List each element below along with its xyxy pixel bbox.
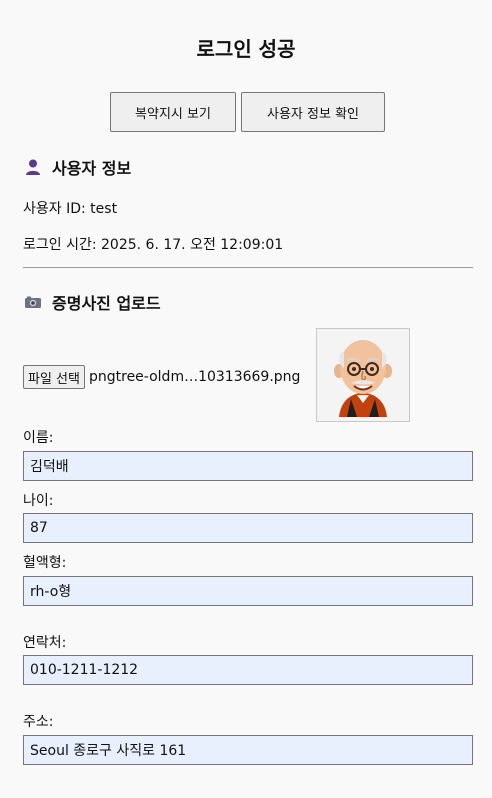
view-user-info-button[interactable]: 사용자 정보 확인 [241,92,385,132]
camera-icon [24,293,42,311]
age-label: 나이: [23,493,54,509]
page-title: 로그인 성공 [196,37,296,61]
id-photo-preview [316,328,410,422]
blood-type-field[interactable] [23,576,473,606]
address-field[interactable] [23,735,473,765]
contact-field[interactable] [23,655,473,685]
login-success-page: 로그인 성공 복약지시 보기 사용자 정보 확인 사용자 정보 사용자 ID: … [0,0,492,798]
choose-file-button[interactable]: 파일 선택 [23,365,85,389]
address-label: 주소: [23,714,54,730]
file-input[interactable]: 파일 선택 pngtree-oldm…10313669.png [23,365,300,389]
section-divider [23,267,473,268]
photo-upload-heading-text: 증명사진 업로드 [52,294,161,313]
view-prescription-button[interactable]: 복약지시 보기 [110,92,236,132]
name-field[interactable] [23,451,473,481]
contact-label: 연락처: [23,635,67,651]
user-icon [24,158,42,176]
blood-type-label: 혈액형: [23,555,67,571]
selected-file-name: pngtree-oldm…10313669.png [88,369,301,385]
user-info-heading-text: 사용자 정보 [52,159,132,178]
name-label: 이름: [23,430,54,446]
login-time-text: 로그인 시간: 2025. 6. 17. 오전 12:09:01 [23,237,284,253]
user-info-heading: 사용자 정보 [24,155,131,179]
user-id-text: 사용자 ID: test [23,201,118,217]
photo-upload-heading: 증명사진 업로드 [24,290,161,314]
age-field[interactable] [23,513,473,543]
